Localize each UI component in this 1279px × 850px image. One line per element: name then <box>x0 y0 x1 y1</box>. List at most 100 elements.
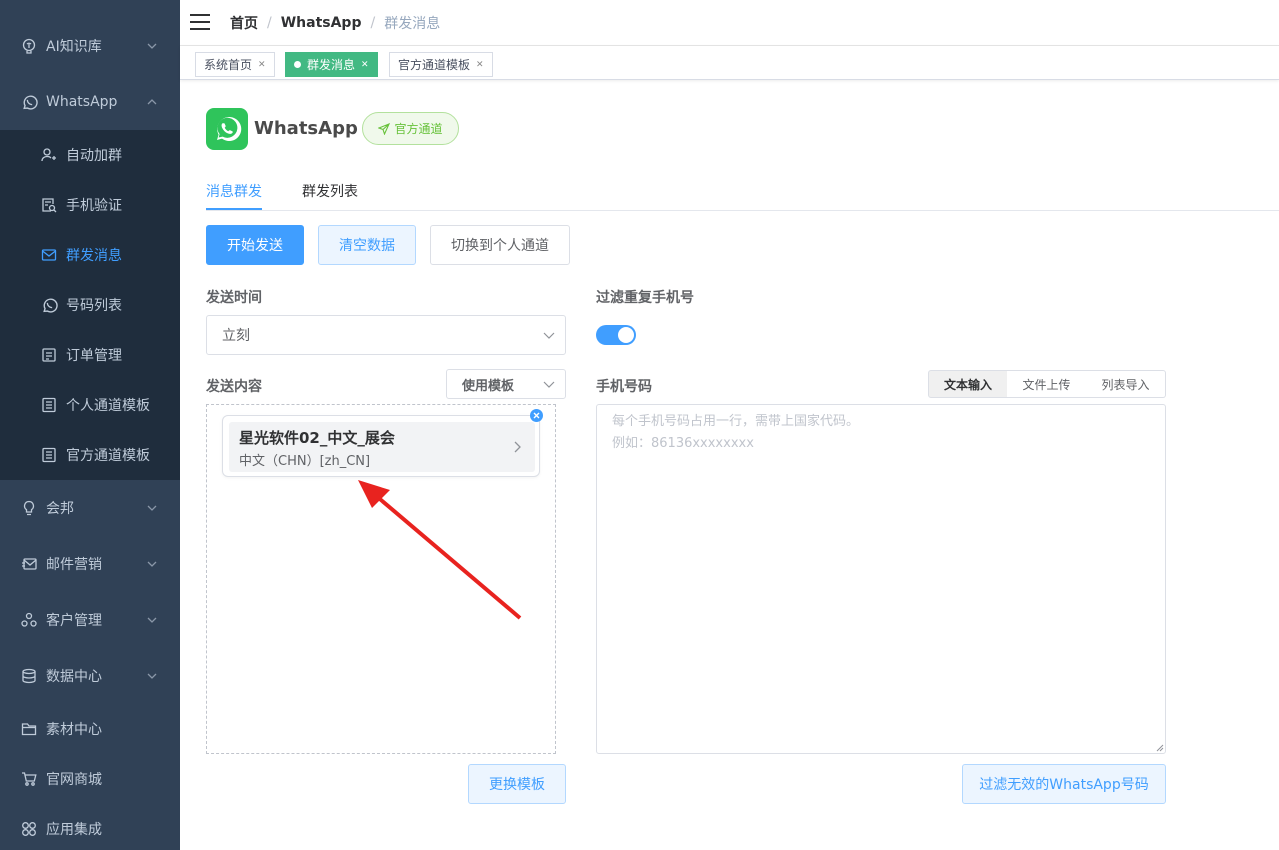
hamburger-icon[interactable] <box>190 13 210 31</box>
brain-icon <box>20 37 38 55</box>
sidebar-item-materials[interactable]: 素材中心 <box>0 701 180 757</box>
phone-numbers-textarea[interactable] <box>596 404 1166 754</box>
chevron-down-icon <box>147 617 157 623</box>
sidebar-subitem-label: 个人通道模板 <box>66 398 150 414</box>
order-icon <box>40 346 58 364</box>
chevron-down-icon <box>147 43 157 49</box>
sidebar-item-email-marketing[interactable]: 邮件营销 <box>0 536 180 592</box>
tag-official-template[interactable]: 官方通道模板 ✕ <box>389 52 493 77</box>
sidebar-subitem-personal-template[interactable]: 个人通道模板 <box>0 380 180 430</box>
mode-file-upload[interactable]: 文件上传 <box>1007 370 1087 398</box>
mode-list-import[interactable]: 列表导入 <box>1086 370 1166 398</box>
breadcrumb-home[interactable]: 首页 <box>230 13 258 33</box>
send-icon <box>378 122 391 135</box>
sidebar-subitem-label: 订单管理 <box>66 348 122 364</box>
tab-message-send[interactable]: 消息群发 <box>206 181 262 201</box>
mail-icon <box>20 555 38 573</box>
sidebar-subitem-label: 官方通道模板 <box>66 448 150 464</box>
send-time-label: 发送时间 <box>206 290 262 306</box>
sidebar-item-whatsapp[interactable]: WhatsApp <box>0 74 180 130</box>
sidebar-item-integrations[interactable]: 应用集成 <box>0 801 180 850</box>
sidebar-item-ai-knowledge[interactable]: AI知识库 <box>0 18 180 74</box>
template-card: 星光软件02_中文_展会 中文（CHN）[zh_CN] <box>222 415 540 477</box>
filter-invalid-numbers-button[interactable]: 过滤无效的WhatsApp号码 <box>962 764 1166 804</box>
sidebar-item-label: 客户管理 <box>46 613 102 629</box>
sidebar-item-label: 邮件营销 <box>46 557 102 573</box>
sidebar-item-label: 应用集成 <box>46 822 102 838</box>
chevron-down-icon <box>543 381 555 388</box>
close-icon[interactable]: ✕ <box>258 60 266 70</box>
page-title: WhatsApp <box>254 118 358 139</box>
tag-label: 系统首页 <box>204 58 253 72</box>
filter-duplicate-toggle[interactable] <box>596 325 636 345</box>
use-template-label: 使用模板 <box>462 378 515 394</box>
users-icon <box>20 611 38 629</box>
sidebar-subitem-label: 自动加群 <box>66 148 122 164</box>
send-time-select[interactable]: 立刻 <box>206 315 566 355</box>
switch-personal-channel-button[interactable]: 切换到个人通道 <box>430 225 570 265</box>
breadcrumb-current: 群发消息 <box>384 16 441 32</box>
chevron-down-icon <box>147 561 157 567</box>
doc-search-icon <box>40 196 58 214</box>
tabs: 消息群发 群发列表 <box>206 170 1279 211</box>
sidebar-item-label: WhatsApp <box>46 94 118 110</box>
sidebar: AI知识库 WhatsApp 自动加群 手机验证 群发消息 号码列表 订单管理 <box>0 0 180 850</box>
official-channel-badge[interactable]: 官方通道 <box>362 112 459 145</box>
sidebar-item-customers[interactable]: 客户管理 <box>0 592 180 648</box>
tab-active-indicator <box>206 208 262 210</box>
active-dot <box>294 61 301 68</box>
close-icon[interactable]: ✕ <box>476 60 484 70</box>
phone-numbers-label: 手机号码 <box>596 379 652 395</box>
tags-view: 系统首页 ✕ 群发消息 ✕ 官方通道模板 ✕ <box>180 46 1279 80</box>
template-name: 星光软件02_中文_展会 <box>239 429 395 447</box>
database-icon <box>20 667 38 685</box>
template-item[interactable]: 星光软件02_中文_展会 中文（CHN）[zh_CN] <box>229 422 535 472</box>
tag-label: 官方通道模板 <box>398 58 471 72</box>
sidebar-subitem-auto-join[interactable]: 自动加群 <box>0 130 180 180</box>
chevron-up-icon <box>147 99 157 105</box>
chevron-right-icon <box>514 441 521 453</box>
send-time-value: 立刻 <box>222 328 250 344</box>
tag-label: 群发消息 <box>307 58 356 72</box>
envelope-icon <box>40 246 58 264</box>
sidebar-subitem-label: 手机验证 <box>66 198 122 214</box>
sidebar-item-huibang[interactable]: 会邦 <box>0 480 180 536</box>
sidebar-item-data-center[interactable]: 数据中心 <box>0 648 180 704</box>
sidebar-item-label: 数据中心 <box>46 669 102 685</box>
sidebar-subitem-label: 号码列表 <box>66 298 122 314</box>
whatsapp-icon <box>217 117 242 142</box>
tag-bulk-message[interactable]: 群发消息 ✕ <box>285 52 378 77</box>
template-icon <box>40 446 58 464</box>
top-header: 首页 / WhatsApp / 群发消息 <box>180 0 1279 46</box>
tab-send-list[interactable]: 群发列表 <box>302 181 358 201</box>
breadcrumb-separator: / <box>370 15 376 31</box>
use-template-select[interactable]: 使用模板 <box>446 369 566 399</box>
start-send-button[interactable]: 开始发送 <box>206 225 304 265</box>
chevron-down-icon <box>147 505 157 511</box>
apps-icon <box>20 820 38 838</box>
clear-data-button[interactable]: 清空数据 <box>318 225 416 265</box>
mode-text-input[interactable]: 文本输入 <box>928 370 1008 398</box>
lightbulb-icon <box>20 499 38 517</box>
breadcrumb-whatsapp[interactable]: WhatsApp <box>281 15 362 31</box>
whatsapp-logo <box>206 108 248 150</box>
sidebar-submenu: 自动加群 手机验证 群发消息 号码列表 订单管理 个人通道模板 官方通道模板 <box>0 130 180 480</box>
close-icon[interactable]: ✕ <box>361 60 369 70</box>
chevron-down-icon <box>543 332 555 339</box>
whatsapp-icon <box>40 296 58 314</box>
sidebar-subitem-label: 群发消息 <box>66 248 122 264</box>
sidebar-subitem-orders[interactable]: 订单管理 <box>0 330 180 380</box>
remove-template-icon[interactable] <box>530 409 543 422</box>
change-template-button[interactable]: 更换模板 <box>468 764 566 804</box>
sidebar-subitem-number-list[interactable]: 号码列表 <box>0 280 180 330</box>
template-language: 中文（CHN）[zh_CN] <box>239 454 371 469</box>
resize-handle-icon[interactable] <box>1154 742 1164 752</box>
sidebar-subitem-phone-verify[interactable]: 手机验证 <box>0 180 180 230</box>
tag-system-home[interactable]: 系统首页 ✕ <box>195 52 275 77</box>
sidebar-item-shop[interactable]: 官网商城 <box>0 751 180 807</box>
sidebar-subitem-official-template[interactable]: 官方通道模板 <box>0 430 180 480</box>
whatsapp-icon <box>20 93 38 111</box>
filter-duplicate-label: 过滤重复手机号 <box>596 290 694 306</box>
sidebar-subitem-bulk-message[interactable]: 群发消息 <box>0 230 180 280</box>
send-content-label: 发送内容 <box>206 379 262 395</box>
